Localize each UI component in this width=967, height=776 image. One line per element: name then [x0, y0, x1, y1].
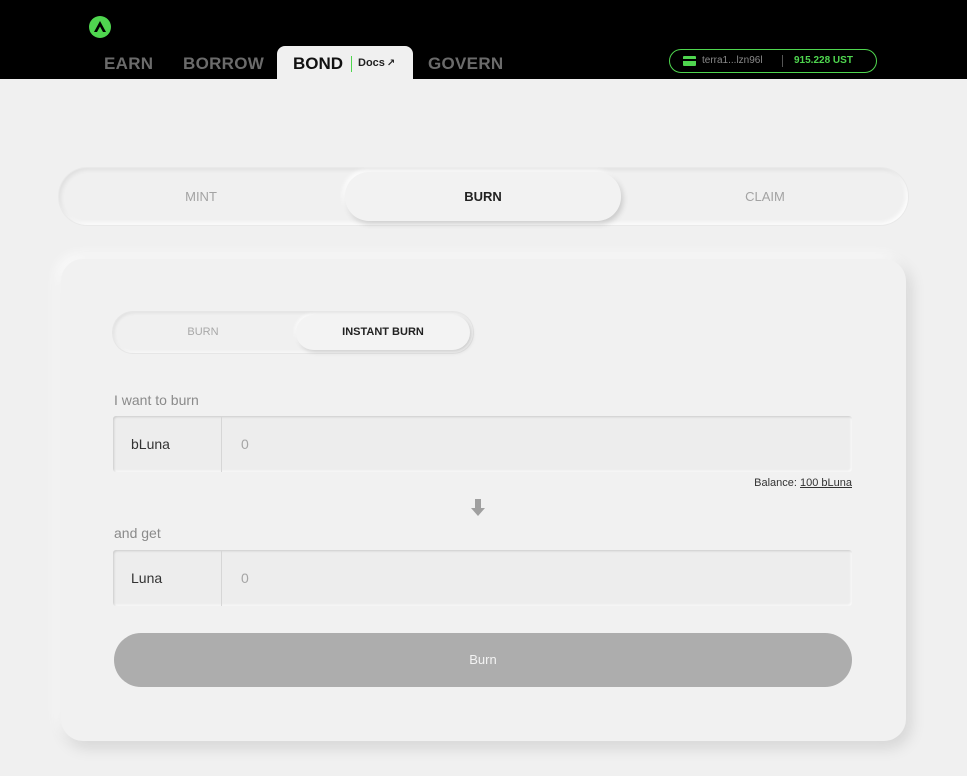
burn-amount-label: I want to burn [114, 392, 199, 408]
wallet-separator [782, 55, 783, 67]
receive-amount-input[interactable] [223, 550, 852, 606]
balance-max-link[interactable]: 100 bLuna [800, 477, 852, 489]
balance-info: Balance: 100 bLuna [754, 477, 852, 489]
arrow-down-icon [471, 499, 485, 516]
receive-unit: Luna [113, 550, 222, 606]
wallet-address: terra1...lzn96l [702, 55, 763, 66]
wallet-button[interactable]: terra1...lzn96l 915.228 UST [669, 49, 877, 73]
top-navigation-bar: EARN BORROW BOND Docs ↗ GOVERN terra1...l… [0, 0, 967, 80]
tab-claim[interactable]: CLAIM [627, 172, 903, 221]
external-link-icon: ↗ [386, 58, 396, 69]
burn-amount-field: bLuna [113, 416, 852, 472]
bond-separator [351, 56, 352, 72]
burn-button[interactable]: Burn [114, 633, 852, 687]
wallet-balance: 915.228 UST [794, 55, 853, 66]
balance-label: Balance: [754, 477, 797, 489]
nav-bond-tab[interactable]: BOND Docs ↗ [277, 46, 413, 80]
docs-label[interactable]: Docs [358, 57, 385, 69]
nav-borrow[interactable]: BORROW [183, 54, 264, 74]
anchor-logo-icon[interactable] [89, 16, 111, 38]
receive-amount-field: Luna [113, 550, 852, 606]
tab-burn-mode[interactable]: BURN [116, 315, 290, 350]
nav-earn[interactable]: EARN [104, 54, 153, 74]
burn-unit: bLuna [113, 416, 222, 472]
docs-link[interactable]: Docs ↗ [358, 57, 395, 69]
tab-mint[interactable]: MINT [63, 172, 339, 221]
burn-card: BURN INSTANT BURN I want to burn bLuna B… [61, 259, 906, 741]
burn-mode-tabs: BURN INSTANT BURN [113, 312, 473, 353]
nav-govern[interactable]: GOVERN [428, 54, 503, 74]
bond-tabs: MINT BURN CLAIM [59, 168, 908, 225]
tab-instant-burn-mode[interactable]: INSTANT BURN [296, 315, 470, 350]
burn-amount-input[interactable] [223, 416, 852, 472]
nav-bond[interactable]: BOND [293, 54, 343, 74]
wallet-icon [683, 56, 696, 66]
tab-burn[interactable]: BURN [345, 172, 621, 221]
receive-amount-label: and get [114, 525, 161, 541]
